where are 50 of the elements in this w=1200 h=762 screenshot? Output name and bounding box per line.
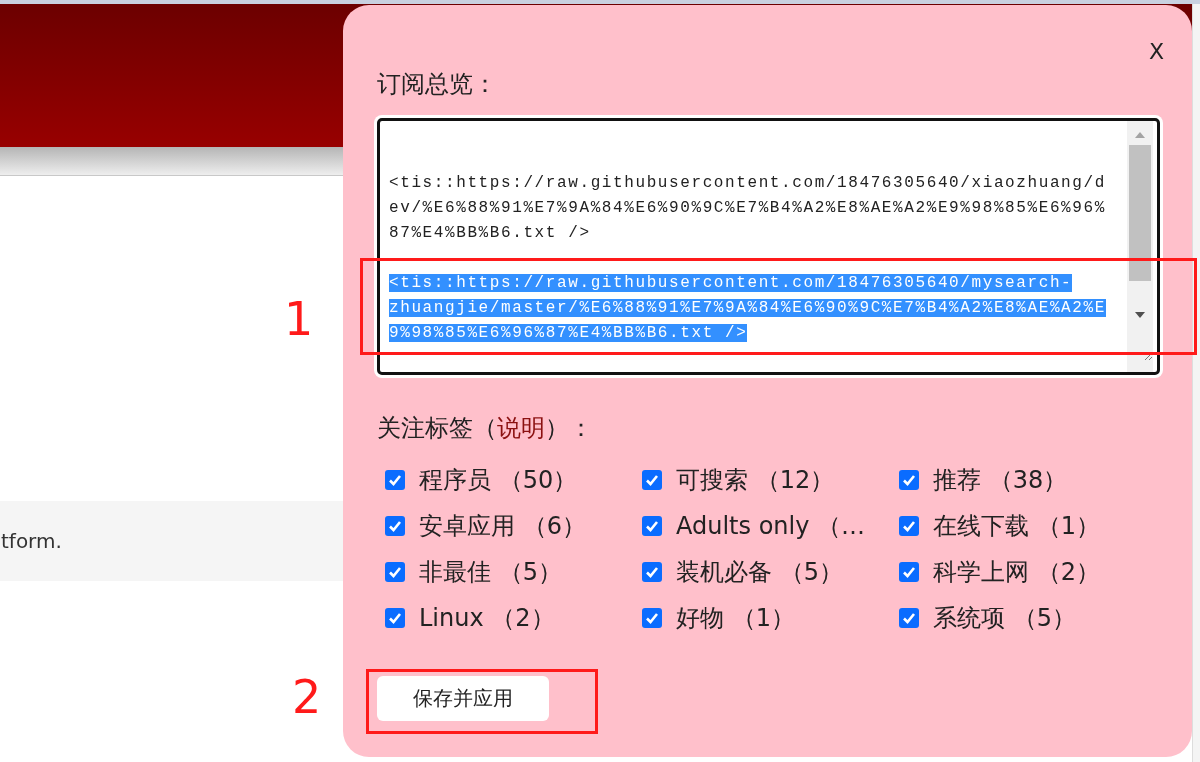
tags-heading: 关注标签（说明）： (377, 413, 594, 443)
checkmark-icon (902, 566, 916, 578)
annotation-number: 1 (284, 292, 314, 346)
tag-checkbox[interactable] (385, 562, 405, 582)
tag-checkbox[interactable] (899, 562, 919, 582)
tag-checkbox[interactable] (385, 608, 405, 628)
tag-label: 非最佳 （5） (419, 557, 562, 588)
tag-checkbox[interactable] (642, 516, 662, 536)
checkmark-icon (388, 474, 402, 486)
checkmark-icon (645, 520, 659, 532)
tag-label: 推荐 （38） (933, 465, 1068, 496)
tag-label: 好物 （1） (676, 603, 795, 634)
tag-label: 科学上网 （2） (933, 557, 1100, 588)
checkmark-icon (388, 612, 402, 624)
checkmark-icon (388, 520, 402, 532)
tag-checkbox[interactable] (642, 608, 662, 628)
subscription-textarea[interactable] (377, 118, 1160, 375)
tag-checkbox[interactable] (899, 516, 919, 536)
tag-label: Adults only （… (676, 511, 866, 542)
tag-label: 在线下载 （1） (933, 511, 1100, 542)
tag-checkbox[interactable] (385, 470, 405, 490)
tag-label: 程序员 （50） (419, 465, 578, 496)
page-text: tform. (1, 529, 62, 553)
tag-checkbox[interactable] (899, 608, 919, 628)
scrollbar[interactable] (1127, 121, 1153, 372)
tag-checkbox[interactable] (642, 562, 662, 582)
checkmark-icon (645, 566, 659, 578)
panel-title: 订阅总览： (377, 69, 498, 99)
tag-checkbox[interactable] (642, 470, 662, 490)
help-link[interactable]: 说明 (497, 414, 545, 442)
checkmark-icon (645, 474, 659, 486)
tag-label: 系统项 （5） (933, 603, 1076, 634)
checkmark-icon (388, 566, 402, 578)
scroll-thumb[interactable] (1129, 145, 1151, 281)
checkmark-icon (645, 612, 659, 624)
checkmark-icon (902, 520, 916, 532)
subscription-entry: <tis::https://raw.githubusercontent.com/18476305640/mysearch-zhuangjie/master/%E6%88%91%E7%9A%84%E6%90%9C%E7%B4%A2%E8%AE%A2%E9%98%85%E6%96%87%E4%BB%B6.txt /> (389, 273, 1107, 344)
checkmark-icon (902, 612, 916, 624)
checkmark-icon (902, 474, 916, 486)
tag-label: 安卓应用 （6） (419, 511, 586, 542)
tag-label: 装机必备 （5） (676, 557, 843, 588)
save-button[interactable]: 保存并应用 (377, 676, 549, 721)
tag-checkbox[interactable] (385, 516, 405, 536)
tag-checkbox[interactable] (899, 470, 919, 490)
tag-label: Linux （2） (419, 603, 555, 634)
scroll-down-icon[interactable] (1134, 311, 1146, 319)
annotation-number: 2 (292, 670, 322, 724)
tag-label: 可搜索 （12） (676, 465, 835, 496)
subscription-entry: <tis::https://raw.githubusercontent.com/18476305640/xiaozhuang/dev/%E6%88%91%E7%9A%84%E6%90%9C%E7%B4%A2%E8%AE%A2%E9%98%85%E6%96%87%E4%BB%B6.txt /> (389, 173, 1107, 244)
close-button[interactable]: X (1144, 37, 1168, 66)
